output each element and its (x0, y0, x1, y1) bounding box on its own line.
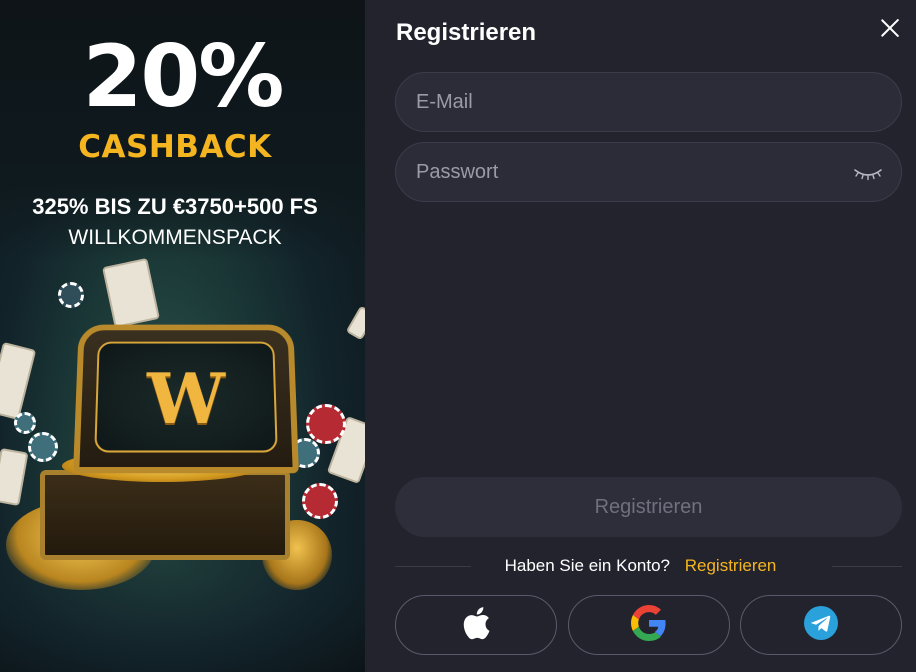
playing-card-decoration (0, 341, 37, 421)
apple-login-button[interactable] (395, 595, 557, 655)
promo-welcome-pack: WILLKOMMENSPACK (68, 226, 282, 249)
google-icon (631, 604, 667, 646)
poker-chip-decoration (58, 282, 84, 308)
close-icon[interactable] (877, 15, 903, 41)
poker-chip-decoration (14, 412, 36, 434)
poker-chip-decoration (28, 432, 58, 462)
promo-percent: 20% (82, 27, 285, 127)
playing-card-decoration (102, 257, 160, 329)
telegram-icon (804, 605, 838, 645)
password-field[interactable] (395, 142, 902, 202)
poker-chip-decoration (302, 483, 338, 519)
email-input[interactable] (396, 73, 901, 131)
google-login-button[interactable] (568, 595, 730, 655)
playing-card-decoration (0, 447, 29, 507)
chest-lid-panel: W (94, 341, 278, 453)
promo-banner: W 20% CASHBACK 325% BIS ZU €3750+500 FS … (0, 0, 365, 672)
brand-logo-letter: W (146, 357, 226, 441)
telegram-login-button[interactable] (740, 595, 902, 655)
email-field[interactable] (395, 72, 902, 132)
register-form: Registrieren Registrieren Haben Si (365, 0, 916, 672)
treasure-chest-lid: W (73, 324, 299, 474)
treasure-chest-body (40, 470, 290, 560)
playing-card-decoration (345, 305, 365, 341)
promo-offer-line: 325% BIS ZU €3750+500 FS (32, 194, 318, 219)
password-input[interactable] (396, 143, 901, 201)
apple-icon (461, 606, 491, 645)
register-modal: W 20% CASHBACK 325% BIS ZU €3750+500 FS … (0, 0, 916, 672)
eye-closed-icon[interactable] (853, 163, 883, 183)
account-register-link[interactable]: Registrieren (685, 556, 777, 575)
account-question: Haben Sie ein Konto? (504, 556, 670, 575)
poker-chip-decoration (306, 404, 346, 444)
account-prompt: Haben Sie ein Konto? Registrieren (365, 556, 916, 576)
form-title: Registrieren (396, 19, 537, 46)
promo-cashback: CASHBACK (78, 129, 272, 165)
register-submit-button[interactable]: Registrieren (395, 477, 902, 537)
